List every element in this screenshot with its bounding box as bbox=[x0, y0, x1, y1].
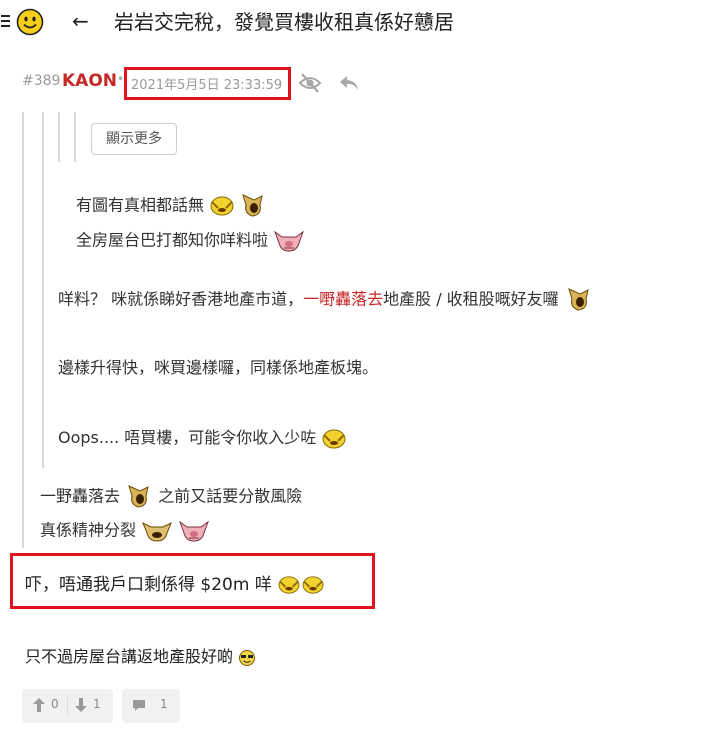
upvote-count: 0 bbox=[51, 697, 59, 711]
outer-quote-text-2: 真係精神分裂 bbox=[40, 520, 137, 540]
show-more-button[interactable]: 顯示更多 bbox=[91, 123, 177, 155]
top-bar: ← 岩岩交完稅，發覺買樓收租真係好戇居 bbox=[0, 0, 716, 44]
face-palm-emoji-icon bbox=[322, 429, 346, 448]
comment-bubble-icon bbox=[133, 700, 145, 711]
highlighted-reply-line: 吓，唔通我戶口剩係得 $20m 咩 bbox=[25, 570, 325, 595]
face-palm-emoji-icon bbox=[210, 196, 234, 216]
vote-divider bbox=[67, 697, 68, 715]
outer-quote-text-1a: 一野轟落去 bbox=[40, 486, 121, 506]
hamburger-menu-icon[interactable] bbox=[0, 12, 12, 30]
nested-quote-line-2: 全房屋台巴打都知你咩料啦 bbox=[76, 229, 305, 253]
quote-reply-text-1a: 咩料？ 咪就係睇好香港地產市道， bbox=[58, 289, 304, 309]
smiley-face-icon[interactable] bbox=[16, 8, 44, 36]
quote-reply-red-text: 一嘢轟落去 bbox=[303, 289, 384, 309]
nested-quote-text-2: 全房屋台巴打都知你咩料啦 bbox=[76, 230, 269, 250]
author-name[interactable]: KAON bbox=[62, 71, 117, 91]
shouting-emoji-icon bbox=[242, 194, 263, 217]
hide-eye-icon[interactable] bbox=[298, 72, 322, 94]
quote-reply-text-3: Oops.... 唔買樓，可能令你收入少咗 bbox=[58, 428, 317, 447]
face-palm-emoji-icon bbox=[302, 576, 324, 594]
quote-reply-text-1b: 地產股 / 收租股嘅好友囉 bbox=[383, 289, 559, 309]
post-meta: #389 KAON • 2021年5月5日 23:33:59 bbox=[0, 62, 716, 102]
nested-quote-line-1: 有圖有真相都話無 bbox=[76, 193, 266, 219]
quote-reply-line-2: 邊樣升得快，咪買邊樣囉，同樣係地產板塊。 bbox=[58, 358, 379, 377]
vote-group: 0 1 bbox=[22, 689, 113, 723]
highlighted-reply-text: 吓，唔通我戶口剩係得 $20m 咩 bbox=[25, 575, 272, 595]
shouting-emoji-icon bbox=[567, 288, 589, 311]
reply-last-text: 只不過房屋台講返地產股好啲 bbox=[25, 647, 234, 666]
quote-reply-line-3: Oops.... 唔買樓，可能令你收入少咗 bbox=[58, 427, 347, 450]
quote-reply-line-1: 咩料？ 咪就係睇好香港地產市道，一嘢轟落去地產股 / 收租股嘅好友囉 bbox=[58, 287, 594, 313]
reply-icon[interactable] bbox=[338, 73, 360, 93]
nested-quote-text-1: 有圖有真相都話無 bbox=[76, 195, 205, 215]
reply-last-line: 只不過房屋台講返地產股好啲 bbox=[25, 643, 256, 667]
pig-emoji-icon bbox=[179, 520, 210, 542]
quote-bar-level-4 bbox=[74, 112, 76, 162]
sunglasses-emoji-icon bbox=[239, 649, 256, 666]
outer-quote-line-1: 一野轟落去 之前又話要分散風險 bbox=[40, 484, 302, 510]
quote-bar-level-2 bbox=[42, 112, 44, 468]
dog-emoji-icon bbox=[142, 521, 173, 542]
thumbs-down-arrow-icon[interactable] bbox=[75, 698, 87, 712]
post-number: #389 bbox=[22, 73, 61, 89]
back-button[interactable]: ← bbox=[72, 9, 89, 33]
post-timestamp: 2021年5月5日 23:33:59 bbox=[131, 78, 283, 93]
quote-bar-level-1 bbox=[22, 112, 24, 548]
thread-title: 岩岩交完稅，發覺買樓收租真係好戇居 bbox=[114, 10, 454, 34]
outer-quote-line-2: 真係精神分裂 bbox=[40, 519, 210, 543]
comment-count: 1 bbox=[160, 697, 168, 711]
shouting-emoji-icon bbox=[128, 485, 149, 508]
downvote-count: 1 bbox=[93, 697, 101, 711]
outer-quote-text-1b: 之前又話要分散風險 bbox=[158, 486, 303, 506]
pig-emoji-icon bbox=[274, 230, 305, 252]
quote-bar-level-3 bbox=[58, 112, 60, 162]
thumbs-up-arrow-icon[interactable] bbox=[33, 698, 45, 712]
face-palm-emoji-icon bbox=[278, 576, 300, 594]
comment-button[interactable]: 1 bbox=[122, 689, 180, 723]
